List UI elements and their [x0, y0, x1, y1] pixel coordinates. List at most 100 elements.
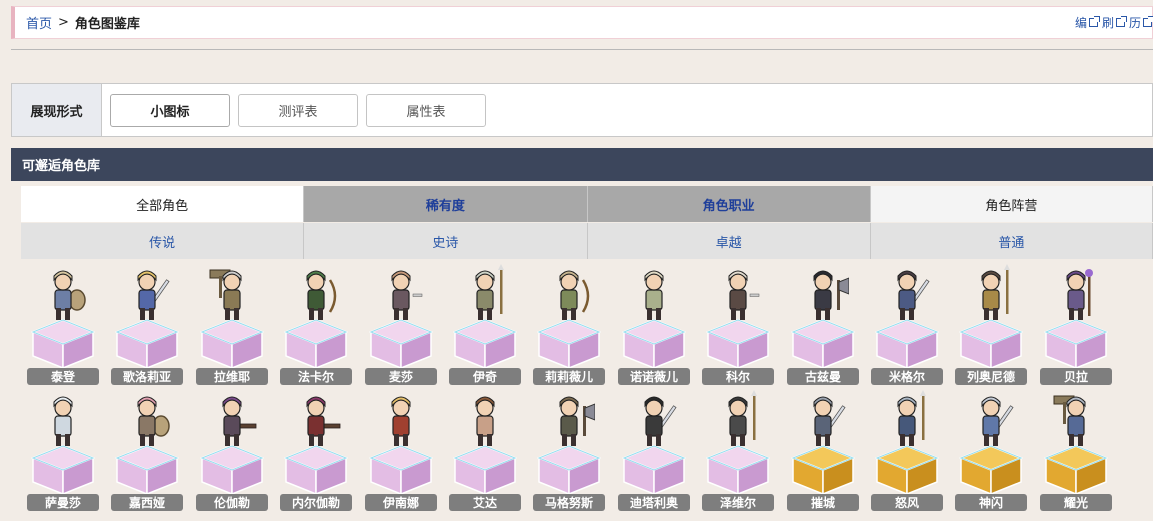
character-card[interactable]: 贝拉	[1036, 264, 1116, 386]
character-card[interactable]: 法卡尔	[276, 264, 356, 386]
character-sprite-icon	[1053, 395, 1086, 446]
history-link[interactable]: 历	[1128, 14, 1153, 31]
character-card[interactable]: 艾达	[445, 390, 525, 512]
display-mode-bar: 展现形式 小图标 测评表 属性表	[11, 83, 1153, 137]
character-name: 科尔	[702, 368, 774, 385]
character-name: 莉莉薇儿	[533, 368, 605, 385]
breadcrumb: 首页 > 角色图鉴库 编 刷 历	[11, 6, 1153, 39]
breadcrumb-home-link[interactable]: 首页	[26, 13, 52, 32]
character-name: 诺诺薇儿	[618, 368, 690, 385]
character-card[interactable]: 拉维耶	[192, 264, 272, 386]
character-card[interactable]: 歌洛莉亚	[107, 264, 187, 386]
character-card[interactable]: 迪塔利奥	[614, 390, 694, 512]
breadcrumb-current: 角色图鉴库	[74, 17, 140, 32]
filter-rarity-epic[interactable]: 史诗	[304, 223, 588, 259]
character-sprite-icon	[391, 396, 411, 446]
character-card[interactable]: 摧城	[783, 390, 863, 512]
mode-button-review[interactable]: 测评表	[238, 93, 358, 127]
character-sprite-icon	[475, 264, 504, 320]
character-card[interactable]: 神闪	[951, 390, 1031, 512]
character-card[interactable]: 萨曼莎	[23, 390, 103, 512]
character-card[interactable]: 莉莉薇儿	[529, 264, 609, 386]
character-name: 怒风	[871, 494, 943, 511]
character-sprite-icon	[1066, 269, 1093, 320]
character-sprite-icon	[813, 270, 849, 320]
character-name: 法卡尔	[280, 368, 352, 385]
character-name: 神闪	[955, 494, 1027, 511]
history-label: 历	[1128, 16, 1141, 30]
character-sprite-icon	[137, 270, 170, 320]
character-card[interactable]: 科尔	[698, 264, 778, 386]
filter-tab-row: 全部角色 稀有度 角色职业 角色阵营	[21, 186, 1153, 222]
character-name: 泰登	[27, 368, 99, 385]
tab-faction[interactable]: 角色阵营	[870, 186, 1153, 222]
external-link-icon	[1088, 16, 1100, 27]
character-card[interactable]: 列奥尼德	[951, 264, 1031, 386]
character-name: 耀光	[1040, 494, 1112, 511]
character-sprite-icon	[475, 396, 495, 446]
mode-button-icons[interactable]: 小图标	[110, 93, 230, 127]
character-name: 萨曼莎	[27, 494, 99, 511]
rarity-filter-row: 传说 史诗 卓越 普通	[21, 223, 1153, 259]
character-card[interactable]: 马格努斯	[529, 390, 609, 512]
character-sprite-icon	[209, 269, 242, 320]
character-sprite-icon	[559, 396, 595, 446]
refresh-label: 刷	[1101, 16, 1114, 30]
edit-label: 编	[1074, 16, 1087, 30]
character-sprite-icon	[897, 390, 926, 446]
character-name: 列奥尼德	[955, 368, 1027, 385]
character-name: 艾达	[449, 494, 521, 511]
character-card[interactable]: 古兹曼	[783, 264, 863, 386]
character-sprite-icon	[981, 396, 1014, 446]
character-name: 马格努斯	[533, 494, 605, 511]
character-card[interactable]: 伊南娜	[361, 390, 441, 512]
character-card[interactable]: 伊奇	[445, 264, 525, 386]
external-link-icon	[1143, 16, 1153, 27]
character-sprite-icon	[644, 396, 677, 446]
character-sprite-icon	[728, 390, 757, 446]
character-card[interactable]: 麦莎	[361, 264, 441, 386]
page: 首页 > 角色图鉴库 编 刷 历 展现形式 小图标 测评表 属性表 可邂逅角色库…	[0, 0, 1153, 521]
character-sprite-icon	[391, 270, 423, 320]
page-tools: 编 刷 历	[1074, 7, 1153, 38]
filter-rarity-legendary[interactable]: 传说	[21, 223, 305, 259]
character-sprite-icon	[306, 396, 341, 446]
filter-rarity-superior[interactable]: 卓越	[587, 223, 871, 259]
edit-link[interactable]: 编	[1074, 14, 1100, 31]
character-name: 迪塔利奥	[618, 494, 690, 511]
character-name: 古兹曼	[787, 368, 859, 385]
character-name: 歌洛莉亚	[111, 368, 183, 385]
mode-button-stats[interactable]: 属性表	[366, 93, 486, 127]
external-link-icon	[1115, 16, 1127, 27]
character-sprite-icon	[813, 396, 846, 446]
character-sprite-icon	[222, 396, 257, 446]
character-card[interactable]: 怒风	[867, 390, 947, 512]
character-card[interactable]: 泽维尔	[698, 390, 778, 512]
character-name: 伊南娜	[365, 494, 437, 511]
character-name: 麦莎	[365, 368, 437, 385]
character-sprite-icon	[559, 270, 590, 320]
filter-rarity-common[interactable]: 普通	[870, 223, 1153, 259]
character-name: 摧城	[787, 494, 859, 511]
breadcrumb-separator: >	[58, 15, 69, 30]
character-name: 米格尔	[871, 368, 943, 385]
character-card[interactable]: 耀光	[1036, 390, 1116, 512]
character-name: 伊奇	[449, 368, 521, 385]
character-sprite-icon	[644, 270, 664, 320]
character-name: 贝拉	[1040, 368, 1112, 385]
character-card[interactable]: 诺诺薇儿	[614, 264, 694, 386]
tab-all-characters[interactable]: 全部角色	[21, 186, 305, 222]
character-card[interactable]: 米格尔	[867, 264, 947, 386]
character-sprite-icon	[137, 396, 170, 446]
refresh-link[interactable]: 刷	[1101, 14, 1127, 31]
character-sprite-icon	[306, 270, 337, 320]
tab-class[interactable]: 角色职业	[587, 186, 871, 222]
character-name: 嘉西娅	[111, 494, 183, 511]
character-card[interactable]: 嘉西娅	[107, 390, 187, 512]
character-card[interactable]: 伦伽勒	[192, 390, 272, 512]
character-card[interactable]: 内尔伽勒	[276, 390, 356, 512]
tab-rarity[interactable]: 稀有度	[304, 186, 588, 222]
character-card[interactable]: 泰登	[23, 264, 103, 386]
character-name: 拉维耶	[196, 368, 268, 385]
character-name: 伦伽勒	[196, 494, 268, 511]
